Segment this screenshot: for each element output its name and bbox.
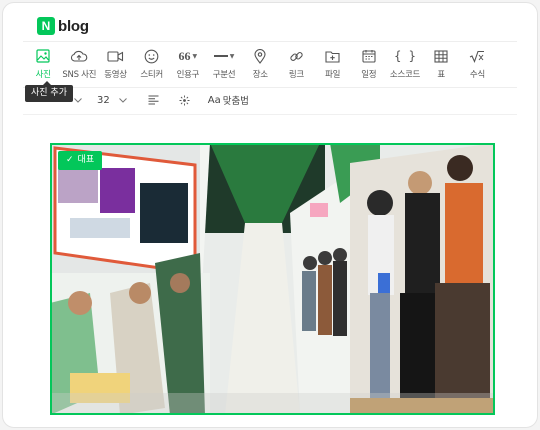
tool-label: 동영상 (104, 70, 127, 80)
photo-tooltip: 사진 추가 (25, 81, 73, 102)
chevron-down-icon[interactable] (118, 95, 128, 105)
calendar-icon (362, 47, 376, 65)
cloud-upload-icon (70, 47, 88, 65)
tool-photo[interactable]: 사진 (25, 47, 61, 83)
format-divider (23, 114, 517, 115)
tool-label: 표 (437, 70, 445, 80)
insert-toolbar: 사진 SNS 사진 동영상 스티커 66 ▼ 인용구 ▼ 구분선 장소 링크 파… (25, 47, 495, 83)
horizontal-line-icon: ▼ (213, 47, 235, 65)
tool-quote[interactable]: 66 ▼ 인용구 (170, 47, 206, 83)
chevron-down-icon: ▼ (229, 52, 235, 60)
braces-glyph: { } (394, 49, 416, 63)
quote-glyph: 66 (178, 48, 191, 63)
align-left-icon[interactable] (148, 95, 159, 105)
tool-schedule[interactable]: 일정 (351, 47, 387, 83)
spellcheck-button[interactable]: 맞춤법 (223, 93, 249, 107)
smiley-icon (144, 47, 159, 65)
spellcheck-icon: Aa (207, 94, 221, 106)
chevron-down-icon: ▼ (192, 52, 198, 60)
tool-label: 수식 (469, 70, 485, 80)
font-size-value[interactable]: 32 (97, 95, 110, 106)
line-spacing-icon[interactable] (179, 95, 190, 106)
tool-label: 장소 (252, 70, 268, 80)
naver-blog-logo[interactable]: N blog (37, 17, 89, 35)
tool-label: 소스코드 (389, 70, 421, 80)
representative-badge[interactable]: ✓ 대표 (58, 151, 103, 170)
tool-link[interactable]: 링크 (278, 47, 314, 83)
check-icon: ✓ (66, 155, 74, 165)
logo-text: blog (58, 17, 89, 35)
tool-table[interactable]: 표 (423, 47, 459, 83)
tool-video[interactable]: 동영상 (97, 47, 133, 83)
folder-plus-icon (325, 47, 340, 65)
header-divider (23, 41, 517, 42)
tool-label: SNS 사진 (62, 70, 97, 80)
quote-icon: 66 ▼ (179, 47, 198, 65)
tool-sns-photo[interactable]: SNS 사진 (61, 47, 97, 83)
tool-sticker[interactable]: 스티커 (134, 47, 170, 83)
square-root-icon (469, 47, 485, 65)
tool-label: 스티커 (140, 70, 163, 80)
toolbar-divider (23, 87, 517, 88)
tool-formula[interactable]: 수식 (459, 47, 495, 83)
tool-place[interactable]: 장소 (242, 47, 278, 83)
representative-photo[interactable]: ✓ 대표 (50, 143, 495, 415)
tool-label: 링크 (288, 70, 304, 80)
naver-n-badge: N (37, 17, 55, 35)
tool-file[interactable]: 파일 (315, 47, 351, 83)
video-icon (107, 47, 124, 65)
tool-source-code[interactable]: { } 소스코드 (387, 47, 423, 83)
tool-label: 일정 (361, 70, 377, 80)
link-icon (289, 47, 304, 65)
tool-divider[interactable]: ▼ 구분선 (206, 47, 242, 83)
editor-window: N blog 사진 SNS 사진 동영상 스티커 66 ▼ 인용구 ▼ 구분선 … (2, 2, 538, 428)
tool-label: 사진 (35, 70, 51, 80)
table-grid-icon (434, 47, 448, 65)
tool-label: 인용구 (176, 70, 200, 80)
braces-icon: { } (394, 47, 416, 65)
badge-label: 대표 (77, 155, 95, 165)
photo-icon (36, 47, 50, 65)
tool-label: 파일 (325, 70, 341, 80)
tool-label: 구분선 (212, 70, 236, 80)
chevron-down-icon[interactable] (73, 95, 83, 105)
map-pin-icon (254, 47, 266, 65)
photo-image (50, 143, 495, 415)
